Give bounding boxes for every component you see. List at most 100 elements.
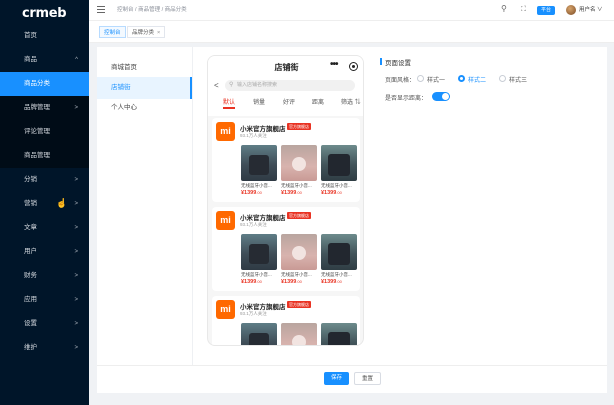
tab-dashboard[interactable]: 控制台 bbox=[99, 26, 126, 38]
product-image bbox=[241, 234, 277, 270]
distance-label: 是否显示距离： bbox=[385, 96, 428, 102]
reset-button[interactable]: 重置 bbox=[354, 372, 382, 385]
product-item bbox=[281, 323, 317, 345]
mi-logo: mi bbox=[216, 211, 235, 230]
product-name: 无线蓝牙小音... bbox=[281, 272, 312, 277]
page-menu-label: 商城首页 bbox=[111, 64, 137, 71]
search-icon[interactable]: ⚲ bbox=[501, 4, 507, 13]
store-fans: 93.1万人关注 bbox=[240, 133, 267, 138]
menu-toggle-icon[interactable] bbox=[97, 6, 105, 13]
sidebar-item-brand-manage[interactable]: 品牌管理 > bbox=[0, 96, 89, 120]
divider bbox=[192, 47, 193, 365]
save-button[interactable]: 保存 bbox=[324, 372, 350, 385]
product-item: 无线蓝牙小音... ¥1399.00 bbox=[281, 234, 317, 285]
sidebar-item-review-manage[interactable]: 评论管理 bbox=[0, 120, 89, 144]
radio-style-2[interactable] bbox=[458, 75, 465, 82]
product-item: 无线蓝牙小音... ¥1399.00 bbox=[281, 145, 317, 196]
radio-style-2-label[interactable]: 样式二 bbox=[468, 75, 486, 84]
product-item: 无线蓝牙小音... ¥1399.00 bbox=[241, 234, 277, 285]
chevron-right-icon: > bbox=[74, 225, 78, 231]
avatar[interactable] bbox=[566, 5, 576, 15]
sidebar-item-home[interactable]: 首页 bbox=[0, 24, 89, 48]
phone-filter-rating: 好评 bbox=[283, 100, 296, 106]
product-image bbox=[241, 145, 277, 181]
product-item: 无线蓝牙小音... ¥1399.00 bbox=[321, 234, 357, 285]
sidebar-item-maintenance[interactable]: 维护 > bbox=[0, 336, 89, 360]
active-filter-underline bbox=[223, 107, 235, 109]
sidebar-item-finance[interactable]: 财务 > bbox=[0, 264, 89, 288]
product-image bbox=[321, 234, 357, 270]
page-menu-home[interactable]: 商城首页 bbox=[97, 57, 192, 79]
product-name: 无线蓝牙小音... bbox=[281, 183, 312, 188]
phone-filter-distance: 距离 bbox=[312, 100, 325, 106]
tab-brand-category[interactable]: 品牌分类 × bbox=[127, 26, 166, 38]
platform-badge[interactable]: 平台 bbox=[537, 6, 556, 15]
store-badge: 官方旗舰店 bbox=[287, 301, 311, 308]
radio-style-1-label[interactable]: 样式一 bbox=[427, 75, 445, 84]
sidebar-item-settings[interactable]: 设置 > bbox=[0, 312, 89, 336]
sidebar-item-article[interactable]: 文章 > bbox=[0, 216, 89, 240]
sidebar-item-product[interactable]: 商品 ^ bbox=[0, 48, 89, 72]
fullscreen-icon[interactable]: ⛶ bbox=[521, 6, 526, 14]
product-image bbox=[321, 323, 357, 345]
chevron-right-icon: > bbox=[74, 105, 78, 111]
crmeb-logo: crmeb bbox=[22, 6, 67, 21]
product-image bbox=[281, 323, 317, 345]
product-item bbox=[241, 323, 277, 345]
chevron-right-icon: > bbox=[74, 345, 78, 351]
sidebar-item-distribution[interactable]: 分销 > bbox=[0, 168, 89, 192]
product-name: 无线蓝牙小音... bbox=[321, 272, 352, 277]
chevron-down-icon: ∨ bbox=[597, 7, 603, 13]
store-card: mi 小米官方旗舰店 官方旗舰店 93.1万人关注 bbox=[212, 296, 360, 345]
username-dropdown[interactable]: 用户名 ∨ bbox=[579, 0, 603, 21]
phone-filter-screen: 筛选 ⇅ bbox=[341, 100, 361, 106]
product-image bbox=[321, 145, 357, 181]
search-placeholder: 输入店铺名称搜索 bbox=[237, 82, 278, 88]
tab-label: 品牌分类 bbox=[132, 30, 155, 36]
store-fans: 93.1万人关注 bbox=[240, 222, 267, 227]
product-price: ¥1399.00 bbox=[281, 190, 317, 196]
product-name: 无线蓝牙小音... bbox=[241, 272, 272, 277]
page-menu-label: 店铺街 bbox=[111, 84, 131, 91]
back-icon: < bbox=[214, 81, 219, 90]
price-int: ¥1399 bbox=[321, 190, 337, 196]
page-menu-store-street[interactable]: 店铺街 bbox=[97, 77, 192, 99]
close-icon[interactable]: × bbox=[157, 30, 160, 36]
store-name: 小米官方旗舰店 bbox=[240, 126, 286, 133]
price-decimal: .00 bbox=[296, 190, 302, 195]
sidebar-item-label: 分销 bbox=[24, 176, 37, 183]
sidebar-item-marketing[interactable]: 营销 > bbox=[0, 192, 89, 216]
product-name: 无线蓝牙小音... bbox=[241, 183, 272, 188]
sidebar-item-label: 营销 bbox=[24, 200, 37, 207]
chevron-right-icon: > bbox=[74, 201, 78, 207]
page-menu-user-center[interactable]: 个人中心 bbox=[97, 97, 192, 119]
product-item: 无线蓝牙小音... ¥1399.00 bbox=[241, 145, 277, 196]
product-item bbox=[321, 323, 357, 345]
phone-filter-sales: 销量 bbox=[253, 100, 266, 106]
product-price: ¥1399.00 bbox=[321, 190, 357, 196]
price-decimal: .00 bbox=[256, 190, 262, 195]
chevron-right-icon: > bbox=[74, 321, 78, 327]
sidebar-item-product-manage[interactable]: 商品管理 bbox=[0, 144, 89, 168]
radio-style-1[interactable] bbox=[417, 75, 424, 82]
sidebar-item-label: 首页 bbox=[24, 32, 37, 39]
tab-label: 控制台 bbox=[104, 30, 121, 36]
username-label: 用户名 bbox=[579, 7, 596, 13]
sidebar-item-user[interactable]: 用户 > bbox=[0, 240, 89, 264]
radio-style-3[interactable] bbox=[499, 75, 506, 82]
chevron-right-icon: > bbox=[74, 177, 78, 183]
sidebar-item-product-category[interactable]: 商品分类 bbox=[0, 72, 89, 96]
sidebar-item-label: 商品 bbox=[24, 56, 37, 63]
distance-toggle[interactable] bbox=[432, 92, 450, 101]
chevron-right-icon: > bbox=[74, 249, 78, 255]
chevron-right-icon: > bbox=[74, 273, 78, 279]
price-int: ¥1399 bbox=[241, 279, 257, 285]
settings-title: 页面设置 bbox=[385, 60, 411, 67]
price-decimal: .00 bbox=[336, 190, 342, 195]
store-card: mi 小米官方旗舰店 官方旗舰店 93.1万人关注 无线蓝牙小音... ¥1399… bbox=[212, 207, 360, 291]
style-label: 页面风格： bbox=[385, 78, 416, 84]
page-menu-label: 个人中心 bbox=[111, 104, 137, 111]
sidebar-item-apps[interactable]: 应用 > bbox=[0, 288, 89, 312]
action-bar: 保存 重置 bbox=[97, 365, 607, 393]
radio-style-3-label[interactable]: 样式三 bbox=[509, 75, 527, 84]
